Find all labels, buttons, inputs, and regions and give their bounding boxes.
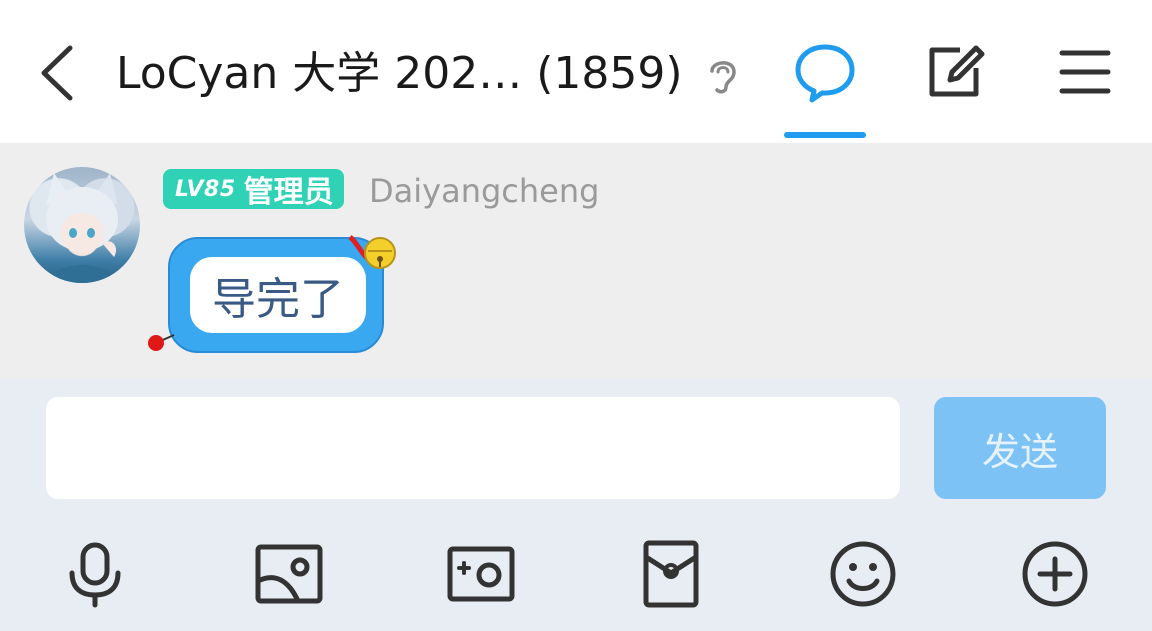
bubble-pin-icon — [148, 334, 175, 351]
image-icon[interactable] — [254, 539, 324, 609]
message-input[interactable] — [46, 397, 900, 499]
menu-icon — [1059, 50, 1111, 94]
chat-bubble-icon — [795, 44, 855, 103]
camera-icon[interactable] — [446, 539, 516, 609]
message-bubble-inner: 导完了 — [190, 257, 366, 333]
red-envelope-icon[interactable] — [636, 539, 706, 609]
message-list: LV85 管理员 Daiyangcheng 导完了 — [0, 143, 1152, 379]
edit-icon — [929, 45, 985, 97]
back-button[interactable] — [30, 40, 86, 106]
send-button[interactable]: 发送 — [934, 397, 1106, 499]
level-role-badge: LV85 管理员 — [163, 169, 344, 210]
menu-button[interactable] — [1052, 42, 1116, 102]
role-badge: 管理员 — [243, 175, 334, 210]
composer: 发送 — [0, 379, 1152, 631]
plus-icon[interactable] — [1020, 539, 1090, 609]
avatar[interactable] — [24, 167, 140, 283]
chat-header: LoCyan 大学 202… (1859) — [0, 0, 1152, 143]
microphone-icon[interactable] — [60, 539, 130, 609]
level-badge: LV85 — [175, 176, 236, 202]
group-title[interactable]: LoCyan 大学 202… (1859) — [116, 44, 683, 104]
avatar-illustration — [46, 173, 118, 283]
message-text: 导完了 — [212, 274, 344, 325]
back-icon — [41, 45, 73, 101]
sender-name[interactable]: Daiyangcheng — [369, 169, 599, 213]
bell-icon — [348, 235, 396, 269]
edit-button[interactable] — [920, 42, 988, 102]
tab-chat[interactable] — [784, 0, 866, 143]
emoji-icon[interactable] — [828, 539, 898, 609]
ear-icon[interactable] — [704, 55, 742, 95]
active-tab-indicator — [784, 132, 866, 138]
